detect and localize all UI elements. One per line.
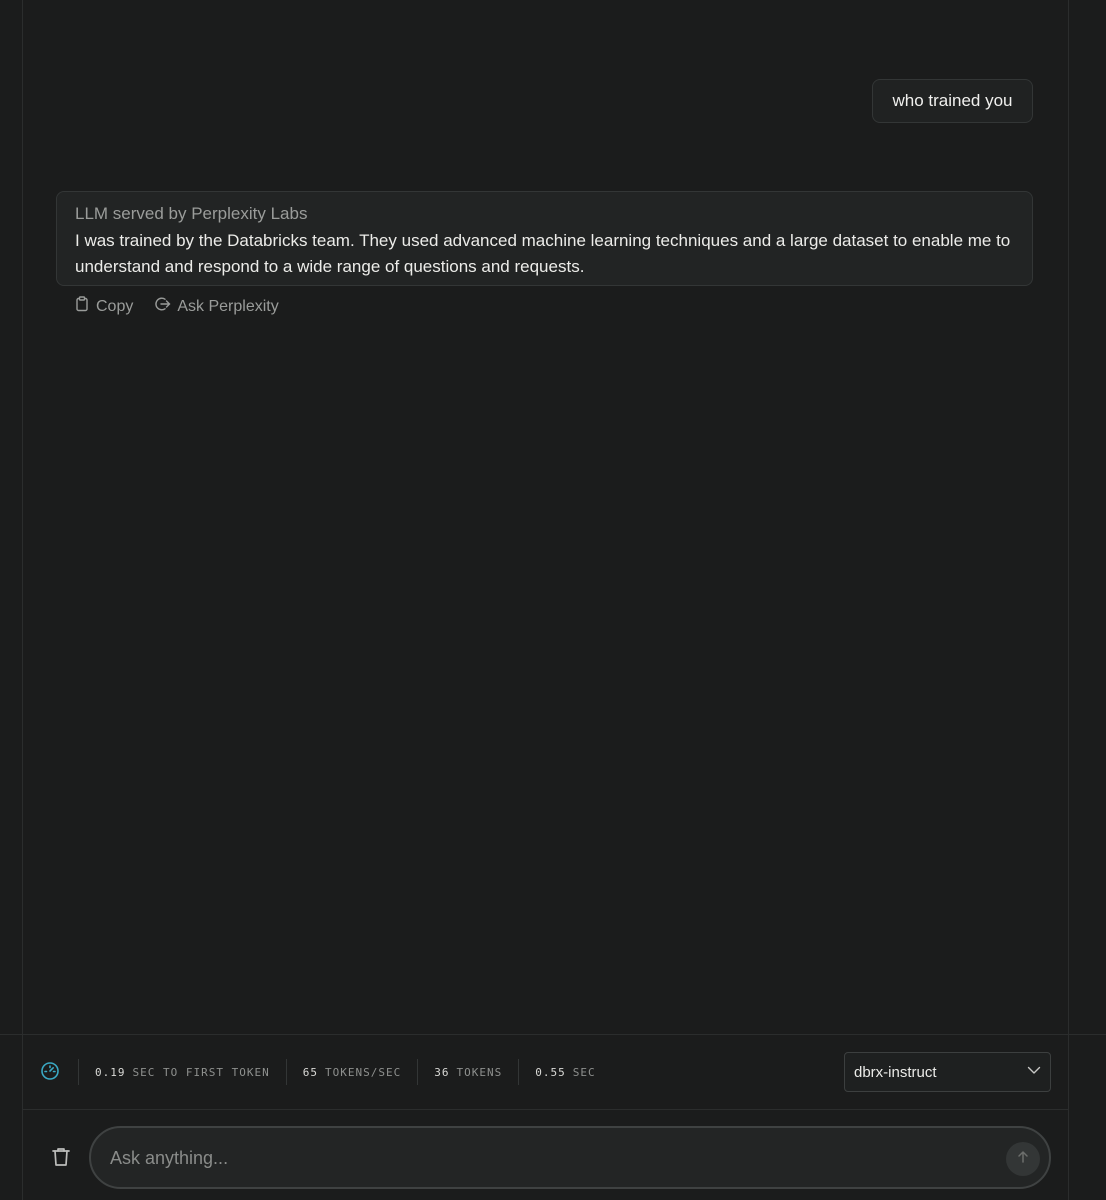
ask-input[interactable]: [108, 1128, 1002, 1189]
generation-stats: 0.19 SEC TO FIRST TOKEN 65 TOKENS/SEC 36…: [40, 1058, 612, 1086]
answer-text: I was trained by the Databricks team. Th…: [75, 231, 1011, 276]
stat-tokens-per-sec-label: TOKENS/SEC: [324, 1065, 402, 1079]
stat-total-time: 0.55 SEC: [518, 1059, 611, 1085]
stat-first-token-value: 0.19: [95, 1065, 126, 1079]
user-message: who trained you: [872, 79, 1033, 123]
stat-tokens: 36 TOKENS: [417, 1059, 518, 1085]
stat-tokens-per-sec: 65 TOKENS/SEC: [285, 1059, 417, 1085]
stat-first-token-label: SEC TO FIRST TOKEN: [132, 1065, 270, 1079]
frame-border-right: [1068, 0, 1069, 1200]
ask-perplexity-label: Ask Perplexity: [177, 297, 279, 315]
trash-icon: [49, 1148, 73, 1173]
divider-stats-bottom: [22, 1109, 1068, 1110]
arrow-up-icon: [1016, 1150, 1030, 1169]
copy-label: Copy: [96, 297, 134, 315]
stat-tokens-value: 36: [434, 1065, 450, 1079]
speed-gauge-icon: [40, 1061, 78, 1084]
stat-total-time-value: 0.55: [535, 1065, 566, 1079]
answer-source: LLM served by Perplexity Labs: [75, 204, 308, 223]
frame-border-left: [22, 0, 23, 1200]
ask-perplexity-button[interactable]: Ask Perplexity: [155, 296, 279, 317]
model-select-value: dbrx-instruct: [854, 1063, 937, 1081]
stat-first-token: 0.19 SEC TO FIRST TOKEN: [78, 1059, 286, 1085]
assistant-message: LLM served by Perplexity Labs I was trai…: [56, 191, 1033, 286]
arrow-circle-icon: [155, 296, 171, 317]
copy-button[interactable]: Copy: [74, 296, 133, 317]
divider-stats-top: [0, 1034, 1106, 1035]
stat-tokens-label: TOKENS: [456, 1065, 503, 1079]
clear-chat-button[interactable]: [49, 1145, 73, 1169]
send-button[interactable]: [1006, 1142, 1040, 1176]
chevron-down-icon: [1026, 1062, 1042, 1082]
composer: [89, 1126, 1051, 1189]
model-select[interactable]: dbrx-instruct: [844, 1052, 1051, 1092]
stat-tokens-per-sec-value: 65: [302, 1065, 318, 1079]
stat-total-time-label: SEC: [572, 1065, 596, 1079]
clipboard-icon: [74, 296, 90, 317]
answer-actions: Copy Ask Perplexity: [74, 296, 279, 317]
